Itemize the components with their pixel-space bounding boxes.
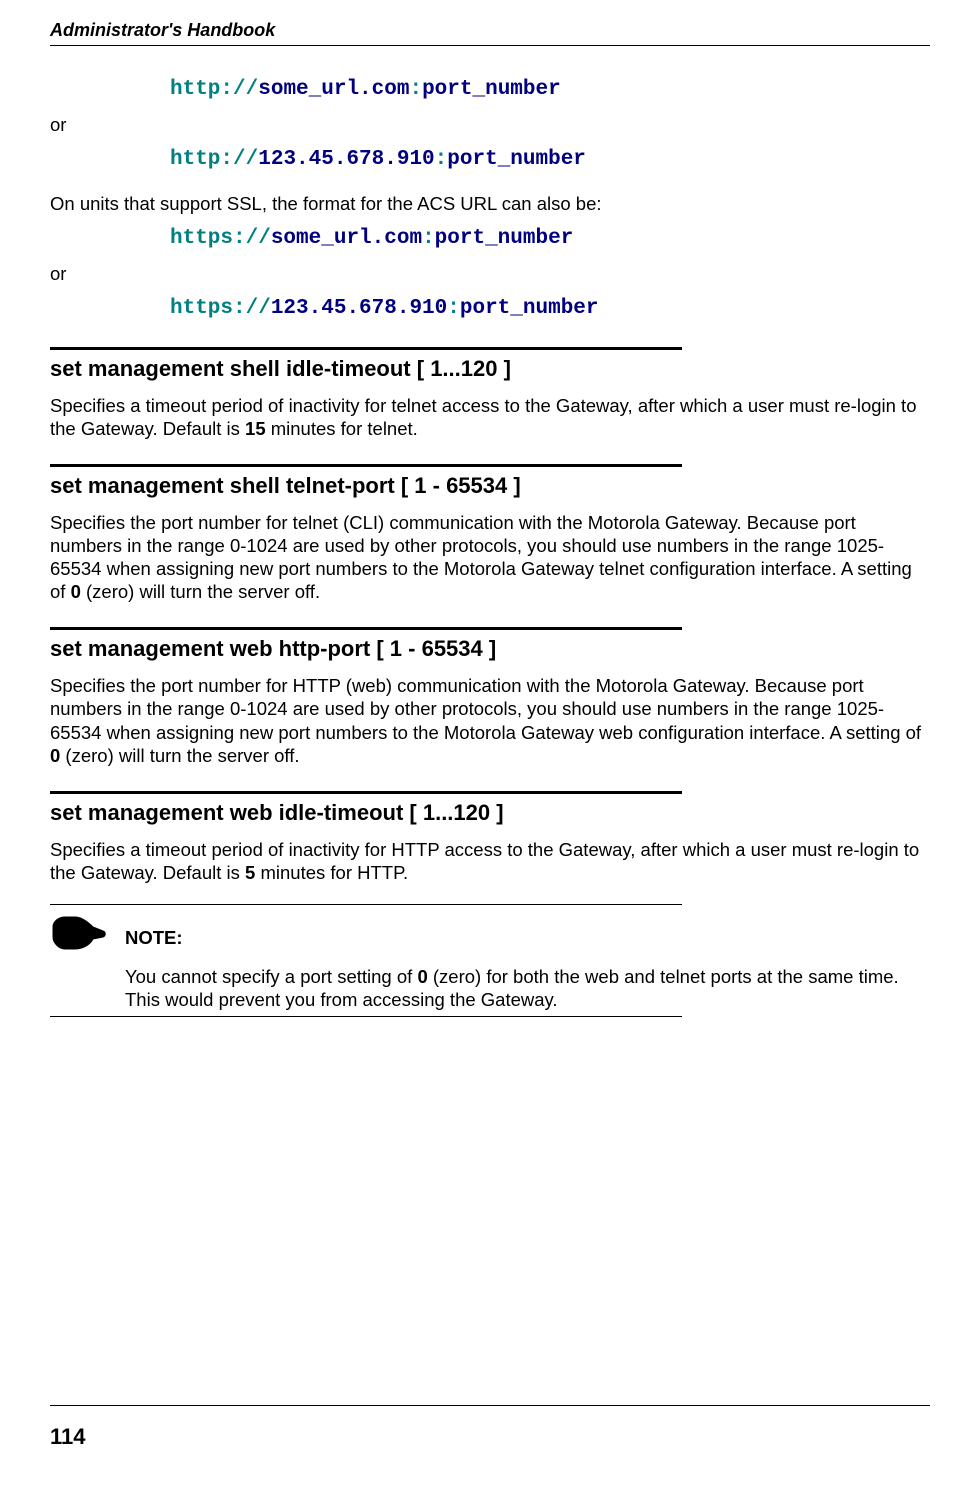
- code-host: some_url.com: [271, 227, 422, 250]
- code-colon: :: [447, 297, 460, 320]
- code-host: 123.45.678.910: [258, 148, 434, 171]
- code-port: port_number: [435, 227, 574, 250]
- note-label: NOTE:: [125, 927, 929, 949]
- body-shell-idle-timeout: Specifies a timeout period of inactivity…: [50, 394, 930, 440]
- code-host: 123.45.678.910: [271, 297, 447, 320]
- note-rule-bottom: [50, 1016, 682, 1017]
- section-rule: [50, 791, 682, 794]
- pointing-hand-icon: [51, 913, 107, 953]
- body-part: Specifies a timeout period of inactivity…: [50, 839, 919, 883]
- section-rule: [50, 464, 682, 467]
- heading-web-idle-timeout: set management web idle-timeout [ 1...12…: [50, 800, 930, 826]
- heading-shell-idle-timeout: set management shell idle-timeout [ 1...…: [50, 356, 930, 382]
- code-url-http-ip: http://123.45.678.910:port_number: [170, 146, 930, 173]
- body-bold: 15: [245, 418, 266, 439]
- body-part: (zero) will turn the server off.: [60, 745, 299, 766]
- text-ssl-intro: On units that support SSL, the format fo…: [50, 192, 930, 215]
- heading-web-http-port: set management web http-port [ 1 - 65534…: [50, 636, 930, 662]
- code-host: some_url.com: [258, 78, 409, 101]
- body-web-http-port: Specifies the port number for HTTP (web)…: [50, 674, 930, 767]
- code-colon: :: [409, 78, 422, 101]
- code-url-https-ip: https://123.45.678.910:port_number: [170, 295, 930, 322]
- note-block: NOTE: You cannot specify a port setting …: [50, 904, 930, 1017]
- code-url-http-host: http://some_url.com:port_number: [170, 76, 930, 103]
- body-part: minutes for HTTP.: [255, 862, 408, 883]
- code-sep: ://: [233, 227, 271, 250]
- note-part: You cannot specify a port setting of: [125, 966, 417, 987]
- code-colon: :: [435, 148, 448, 171]
- code-url-https-host: https://some_url.com:port_number: [170, 225, 930, 252]
- body-part: Specifies the port number for HTTP (web)…: [50, 675, 921, 742]
- note-icon-cell: [50, 905, 124, 1012]
- note-text: You cannot specify a port setting of 0 (…: [125, 965, 929, 1011]
- body-bold: 5: [245, 862, 255, 883]
- note-bold: 0: [417, 966, 427, 987]
- code-sep: ://: [220, 78, 258, 101]
- code-port: port_number: [447, 148, 586, 171]
- note-content-cell: NOTE: You cannot specify a port setting …: [124, 905, 930, 1012]
- body-bold: 0: [71, 581, 81, 602]
- body-web-idle-timeout: Specifies a timeout period of inactivity…: [50, 838, 930, 884]
- code-colon: :: [422, 227, 435, 250]
- body-part: Specifies a timeout period of inactivity…: [50, 395, 916, 439]
- code-port: port_number: [422, 78, 561, 101]
- body-bold: 0: [50, 745, 60, 766]
- body-shell-telnet-port: Specifies the port number for telnet (CL…: [50, 511, 930, 604]
- code-proto: http: [170, 78, 220, 101]
- text-or-1: or: [50, 113, 930, 136]
- header-rule: [50, 45, 930, 46]
- code-proto: http: [170, 148, 220, 171]
- note-table: NOTE: You cannot specify a port setting …: [50, 905, 930, 1012]
- heading-shell-telnet-port: set management shell telnet-port [ 1 - 6…: [50, 473, 930, 499]
- page-header-title: Administrator's Handbook: [50, 20, 930, 41]
- code-proto: https: [170, 227, 233, 250]
- body-part: minutes for telnet.: [266, 418, 418, 439]
- body-part: (zero) will turn the server off.: [81, 581, 320, 602]
- code-sep: ://: [220, 148, 258, 171]
- footer-rule: [50, 1405, 930, 1406]
- section-rule: [50, 347, 682, 350]
- text-or-2: or: [50, 262, 930, 285]
- page-number: 114: [50, 1424, 86, 1450]
- code-proto: https: [170, 297, 233, 320]
- section-rule: [50, 627, 682, 630]
- code-sep: ://: [233, 297, 271, 320]
- code-port: port_number: [460, 297, 599, 320]
